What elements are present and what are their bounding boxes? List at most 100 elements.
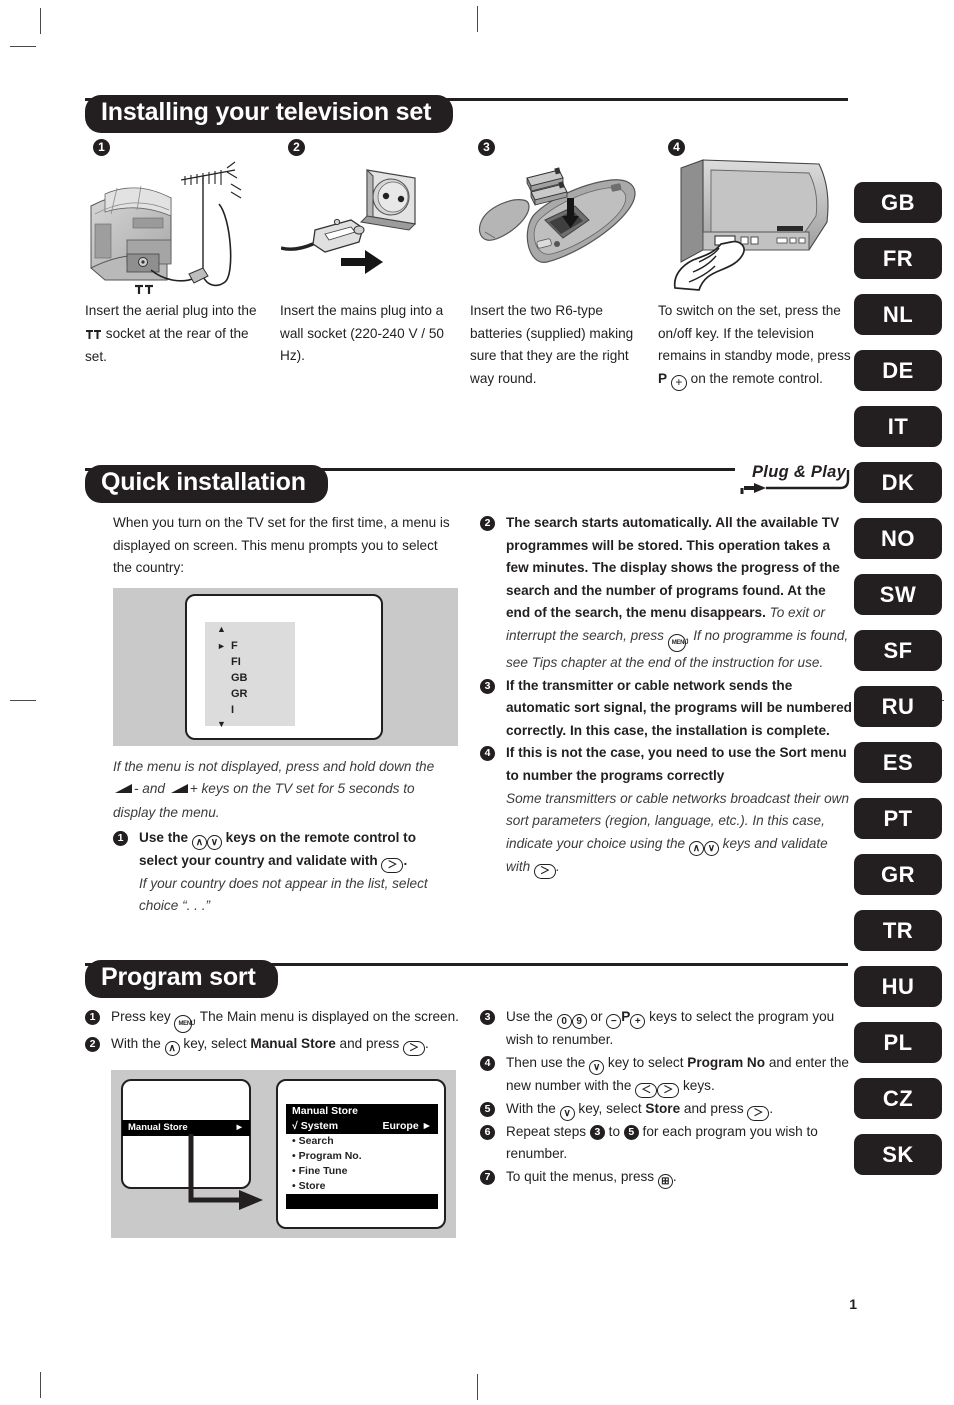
ps-step-6: 6 Repeat steps 3 to 5 for each program y… — [480, 1121, 852, 1166]
step-badge: 4 — [480, 1055, 495, 1071]
ps-step-1-text: Press key MENU. The Main menu is display… — [111, 1009, 459, 1033]
right-key-icon[interactable]: ＞ — [403, 1041, 426, 1056]
osd-item-0[interactable]: ► F — [205, 638, 295, 654]
ms-osd-item-search[interactable]: • Search — [286, 1134, 438, 1149]
plus-key-icon: + — [670, 374, 687, 391]
country-menu-figure: ▲ ► F FI GB GR I ▼ — [113, 587, 458, 752]
left-key-icon[interactable]: ＜ — [635, 1082, 658, 1098]
manual-page: Installing your television set 1 2 3 4 I… — [0, 0, 954, 1405]
step-badge: 3 — [480, 678, 495, 694]
bullet-icon: • — [292, 1180, 296, 1192]
language-tab-sw[interactable]: SW — [854, 574, 942, 615]
quick-step-1-text: Use the ∧ ∨ keys on the remote control to… — [139, 830, 416, 873]
install-section-header: Installing your television set — [85, 95, 848, 133]
ms-osd-item-program-no[interactable]: • Program No. — [286, 1149, 438, 1164]
p-key-label: P — [658, 370, 668, 386]
right-key-icon[interactable]: ＞ — [381, 857, 404, 873]
svg-text:Plug & Play: Plug & Play — [752, 463, 847, 481]
right-key-icon[interactable]: ＞ — [747, 1105, 770, 1121]
language-tab-ru[interactable]: RU — [854, 686, 942, 727]
quick-left-steps: 1 Use the ∧ ∨ keys on the remote control … — [113, 827, 458, 918]
ps-step-6-text: Repeat steps 3 to 5 for each program you… — [506, 1124, 818, 1162]
language-tab-sf[interactable]: SF — [854, 630, 942, 671]
osd-item-label: FI — [231, 655, 241, 668]
language-tab-pl[interactable]: PL — [854, 1022, 942, 1063]
ps-step-1: 1 Press key MENU. The Main menu is displ… — [85, 1006, 465, 1033]
ms-item-label: Program No. — [298, 1150, 362, 1162]
language-tab-dk[interactable]: DK — [854, 462, 942, 503]
language-tab-nl[interactable]: NL — [854, 294, 942, 335]
language-tab-fr[interactable]: FR — [854, 238, 942, 279]
ps-step-3-text: Use the 09 or − P + keys to select the pro… — [506, 1009, 834, 1047]
step-badge-3: 3 — [478, 139, 495, 156]
exit-key-icon[interactable]: ⊞ — [657, 1173, 673, 1189]
osd-scroll-down: ▼ — [205, 718, 295, 734]
down-key-icon[interactable]: ∨ — [206, 834, 222, 850]
ms-item-label: Search — [298, 1135, 334, 1147]
language-tab-de[interactable]: DE — [854, 350, 942, 391]
language-tab-es[interactable]: ES — [854, 742, 942, 783]
ps7-part2: . — [672, 1168, 677, 1184]
up-key-icon[interactable]: ∧ — [191, 834, 207, 850]
osd-item-label: F — [231, 639, 238, 652]
quick-step-1: 1 Use the ∧ ∨ keys on the remote control … — [113, 827, 458, 918]
ps5-part4: . — [769, 1100, 774, 1116]
language-tab-it[interactable]: IT — [854, 406, 942, 447]
language-tab-no[interactable]: NO — [854, 518, 942, 559]
crop-mark-corner-tl — [40, 8, 41, 34]
down-arrow-icon: ▼ — [217, 718, 226, 729]
up-key-icon[interactable]: ∧ — [164, 1041, 180, 1056]
minus-key-icon[interactable]: − — [606, 1014, 622, 1029]
osd-item-3[interactable]: GR — [205, 686, 295, 702]
install-caption-3: Insert the two R6-type batteries (suppli… — [470, 303, 634, 386]
down-key-icon[interactable]: ∨ — [559, 1105, 575, 1121]
menu-key-icon[interactable]: MENU — [667, 633, 688, 652]
ps7-part1: To quit the menus, press — [506, 1168, 658, 1184]
page-number: 1 — [849, 1296, 857, 1312]
digit-0-key-icon[interactable]: 0 — [556, 1014, 572, 1029]
right-key-icon[interactable]: ＞ — [657, 1082, 680, 1098]
bullet-icon: • — [292, 1150, 296, 1162]
language-tab-hu[interactable]: HU — [854, 966, 942, 1007]
up-key-icon[interactable]: ∧ — [688, 840, 704, 856]
store-label: Store — [645, 1100, 681, 1116]
ps5-part3: and press — [680, 1100, 748, 1116]
ms-item-label: Fine Tune — [298, 1165, 348, 1177]
program-sort-title: Program sort — [85, 960, 278, 998]
ps5-part2: key, select — [574, 1100, 646, 1116]
ms-osd-item-store[interactable]: • Store — [286, 1179, 438, 1194]
volume-down-icon — [113, 779, 134, 802]
language-tab-gb[interactable]: GB — [854, 182, 942, 223]
right-key-icon[interactable]: ＞ — [533, 863, 556, 879]
install-caption-4: To switch on the set, press the on/off k… — [658, 300, 858, 391]
program-sort-section-header: Program sort — [85, 960, 848, 998]
down-key-icon[interactable]: ∨ — [703, 840, 719, 856]
quick-left-column: When you turn on the TV set for the firs… — [113, 512, 458, 918]
language-tab-sk[interactable]: SK — [854, 1134, 942, 1175]
ms-osd-system-row[interactable]: √ System Europe ► — [286, 1119, 438, 1134]
crop-mark-bottom — [477, 1374, 478, 1400]
inline-step-badge-3: 3 — [589, 1124, 605, 1140]
menu-key-icon[interactable]: MENU — [174, 1015, 195, 1033]
osd-scroll-up: ▲ — [205, 622, 295, 638]
plus-key-icon[interactable]: + — [630, 1014, 646, 1029]
language-tab-pt[interactable]: PT — [854, 798, 942, 839]
language-tab-cz[interactable]: CZ — [854, 1078, 942, 1119]
tv-aerial-illustration — [85, 158, 260, 303]
ps2-part3: and press — [335, 1036, 404, 1051]
language-tab-tr[interactable]: TR — [854, 910, 942, 951]
ms-osd-item-fine-tune[interactable]: • Fine Tune — [286, 1164, 438, 1179]
osd-item-1[interactable]: FI — [205, 654, 295, 670]
inline-step-badge-5: 5 — [623, 1124, 639, 1140]
language-tab-gr[interactable]: GR — [854, 854, 942, 895]
digit-9-key-icon[interactable]: 9 — [571, 1014, 587, 1029]
right-arrow-icon: ► — [421, 1120, 432, 1132]
osd-item-label: GR — [231, 687, 248, 700]
bullet-icon: • — [292, 1135, 296, 1147]
down-key-icon[interactable]: ∨ — [589, 1059, 605, 1075]
ps-step-5-text: With the ∨ key, select Store and press ＞… — [506, 1100, 774, 1121]
crop-mark-top — [477, 6, 478, 32]
ps4-part4: keys. — [679, 1077, 715, 1093]
manual-store-label: Manual Store — [250, 1036, 336, 1051]
osd-item-2[interactable]: GB — [205, 670, 295, 686]
